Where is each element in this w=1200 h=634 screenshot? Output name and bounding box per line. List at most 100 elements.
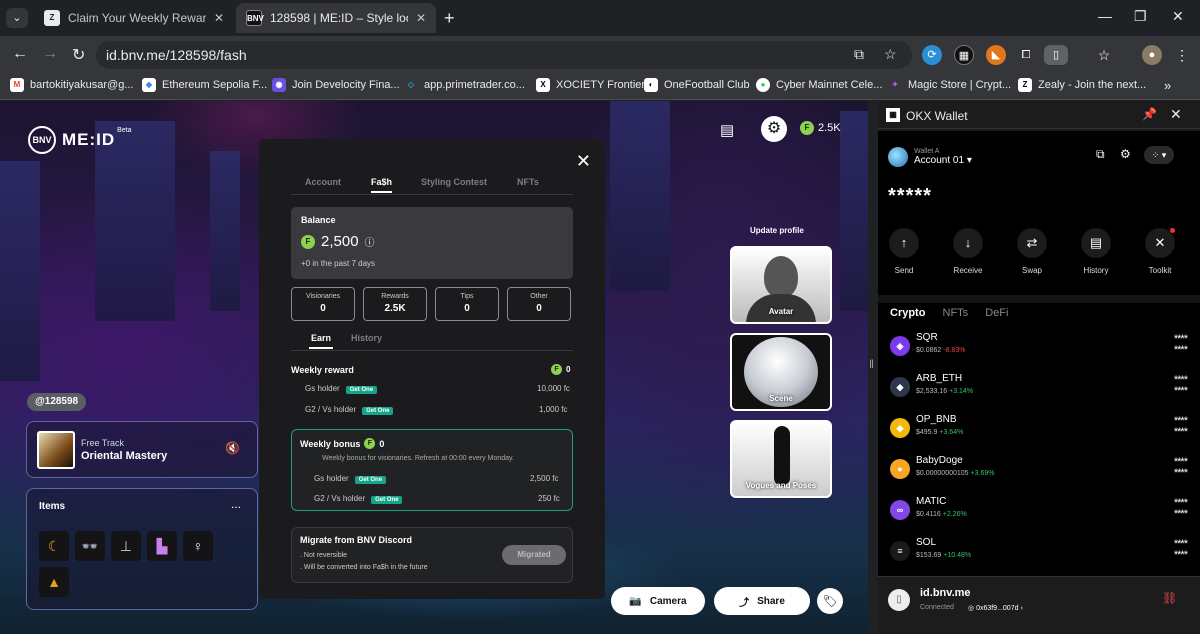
- receive-action[interactable]: ↓ Receive: [948, 228, 988, 275]
- send-action[interactable]: ↑ Send: [884, 228, 924, 275]
- profile-avatar[interactable]: ●: [1142, 45, 1162, 65]
- token-change: +10.48%: [943, 552, 972, 559]
- disconnect-icon[interactable]: ⛓: [1162, 591, 1177, 605]
- bookmark-item[interactable]: ◆ Ethereum Sepolia F...: [142, 78, 267, 92]
- bookmarks-star-icon[interactable]: ☆: [1094, 45, 1114, 65]
- token-value-masked: ****: [1173, 549, 1188, 561]
- migrated-button[interactable]: Migrated: [502, 545, 566, 565]
- bookmark-item[interactable]: X XOCIETY Frontier: [536, 78, 645, 92]
- token-price: $0.0862 -8.83%: [916, 347, 966, 354]
- tab-account[interactable]: Account: [305, 177, 341, 187]
- tab-search-button[interactable]: ⌄: [6, 8, 28, 28]
- toolkit-action[interactable]: ✕ Toolkit: [1140, 228, 1180, 275]
- close-tab-icon[interactable]: ✕: [214, 11, 224, 25]
- get-one-button[interactable]: Get One: [345, 386, 378, 394]
- music-track-card[interactable]: Free Track Oriental Mastery 🔇: [26, 421, 258, 478]
- token-icon: ≡: [890, 541, 910, 561]
- pin-icon[interactable]: 📌: [1142, 107, 1157, 121]
- cast-icon[interactable]: ⧉: [854, 46, 864, 63]
- url-text[interactable]: id.bnv.me/128598/fash: [106, 47, 247, 63]
- bookmark-item[interactable]: ◇ app.primetrader.co...: [404, 78, 525, 92]
- item-socks[interactable]: ▙: [147, 531, 177, 561]
- get-one-button[interactable]: Get One: [362, 407, 394, 415]
- tag-icon[interactable]: 🏷: [817, 588, 843, 614]
- scene-card[interactable]: Scene: [730, 333, 832, 411]
- bookmark-item[interactable]: ✦ Magic Store | Crypt...: [888, 78, 1011, 92]
- close-tab-icon[interactable]: ✕: [416, 11, 426, 25]
- bookmark-star-icon[interactable]: ☆: [884, 46, 897, 63]
- tab-nfts[interactable]: NFTs: [517, 177, 539, 187]
- bookmark-item[interactable]: ● Cyber Mainnet Cele...: [756, 78, 882, 92]
- get-one-button[interactable]: Get One: [354, 476, 387, 484]
- metamask-icon[interactable]: ◣: [986, 45, 1006, 65]
- account-selector[interactable]: Wallet A Account 01 ▾: [888, 147, 972, 167]
- menu-icon[interactable]: ⋮: [1172, 45, 1192, 65]
- close-panel-icon[interactable]: ✕: [1170, 106, 1182, 123]
- chat-icon[interactable]: ▤: [720, 121, 734, 139]
- migrate-line2: . Will be converted into Fa$h in the fut…: [300, 564, 428, 571]
- reload-icon[interactable]: ↻: [72, 45, 85, 65]
- more-options-icon[interactable]: ...: [231, 497, 241, 511]
- camera-button[interactable]: 📷 Camera: [611, 587, 705, 615]
- token-row[interactable]: ◆ OP_BNB $495.9 +3.64% **** ****: [878, 412, 1200, 450]
- panel-title: OKX Wallet: [906, 109, 968, 123]
- copy-icon[interactable]: ⧉: [1096, 147, 1105, 162]
- settings-gear-icon[interactable]: ⚙: [761, 116, 787, 142]
- panel-resize-handle[interactable]: ‖: [868, 101, 878, 634]
- extensions-puzzle-icon[interactable]: ⧠: [1016, 45, 1036, 65]
- side-panel-icon[interactable]: ▯: [1044, 45, 1068, 65]
- wallet-settings-icon[interactable]: ⚙: [1120, 147, 1131, 161]
- window-close-icon[interactable]: ✕: [1172, 8, 1184, 25]
- background-building: [840, 111, 868, 311]
- info-icon[interactable]: ⓘ: [365, 234, 375, 249]
- share-button[interactable]: ⤴ Share: [714, 587, 810, 615]
- tab-meid[interactable]: BNV 128598 | ME:ID – Style looks and ✕: [236, 3, 436, 33]
- fash-modal: ✕ Account Fa$h Styling Contest NFTs Bala…: [259, 139, 605, 599]
- token-icon: ◈: [890, 336, 910, 356]
- vogues-card[interactable]: Vogues and Poses: [730, 420, 832, 498]
- bookmark-item[interactable]: ◉ Join Develocity Fina...: [272, 78, 400, 92]
- token-row[interactable]: ≡ SOL $153.69 +10.48% **** ****: [878, 535, 1200, 573]
- tab-history[interactable]: History: [351, 333, 382, 343]
- bookmark-item[interactable]: ◐ OneFootball Club: [644, 78, 750, 92]
- token-row[interactable]: ∞ MATIC $0.4116 +2.26% **** ****: [878, 494, 1200, 532]
- okx-extension-icon[interactable]: ▦: [954, 45, 974, 65]
- bookmark-item[interactable]: Mbartokitiyakusar@g...: [10, 78, 134, 92]
- header-balance[interactable]: F 2.5K: [800, 121, 841, 135]
- tab-fash[interactable]: Fa$h: [371, 177, 393, 193]
- item-outfit[interactable]: ▲: [39, 567, 69, 597]
- tab-earn[interactable]: Earn: [308, 333, 334, 349]
- tab-defi[interactable]: DeFi: [985, 307, 1008, 319]
- balance-masked[interactable]: *****: [888, 185, 932, 208]
- network-selector[interactable]: ⁘ ▾: [1144, 146, 1174, 164]
- minimize-icon[interactable]: —: [1098, 8, 1112, 24]
- back-icon[interactable]: ←: [12, 45, 28, 63]
- extension-swirl-icon[interactable]: ⟳: [922, 45, 942, 65]
- swap-action[interactable]: ⇄ Swap: [1012, 228, 1052, 275]
- item-glasses[interactable]: 👓: [75, 531, 105, 561]
- user-handle[interactable]: @128598: [27, 393, 87, 411]
- item-mannequin[interactable]: ♀: [183, 531, 213, 561]
- avatar-card[interactable]: Avatar: [730, 246, 832, 324]
- new-tab-icon[interactable]: +: [444, 8, 455, 29]
- meid-logo[interactable]: BNV ME:ID Beta: [28, 126, 132, 154]
- restore-icon[interactable]: ❐: [1134, 8, 1147, 25]
- tab-wallet-nfts[interactable]: NFTs: [943, 307, 969, 319]
- history-action[interactable]: ▤ History: [1076, 228, 1116, 275]
- token-row[interactable]: ◆ ARB_ETH $2,533.16 +3.14% **** ****: [878, 371, 1200, 409]
- tab-styling-contest[interactable]: Styling Contest: [421, 177, 487, 187]
- item-banana[interactable]: ☾: [39, 531, 69, 561]
- address-bar[interactable]: ⚙ id.bnv.me/128598/fash ⧉ ☆: [96, 41, 912, 504]
- bookmark-item[interactable]: Z Zealy - Join the next...: [1018, 78, 1146, 92]
- tab-claim-weekly[interactable]: Z Claim Your Weekly Reward and ✕: [34, 3, 234, 33]
- bookmarks-overflow-icon[interactable]: »: [1164, 78, 1171, 93]
- forward-icon[interactable]: →: [42, 45, 58, 63]
- item-lamp[interactable]: ⊥: [111, 531, 141, 561]
- close-modal-icon[interactable]: ✕: [576, 151, 591, 172]
- mute-icon[interactable]: 🔇: [225, 441, 240, 455]
- get-one-button[interactable]: Get One: [371, 496, 403, 504]
- connected-address[interactable]: ◎ 0x63f9...007d ›: [968, 604, 1023, 612]
- tab-crypto[interactable]: Crypto: [890, 307, 925, 319]
- token-row[interactable]: ◈ SQR $0.0862 -8.83% **** ****: [878, 330, 1200, 368]
- token-row[interactable]: ● BabyDoge $0.00000000105 +3.69% **** ****: [878, 453, 1200, 491]
